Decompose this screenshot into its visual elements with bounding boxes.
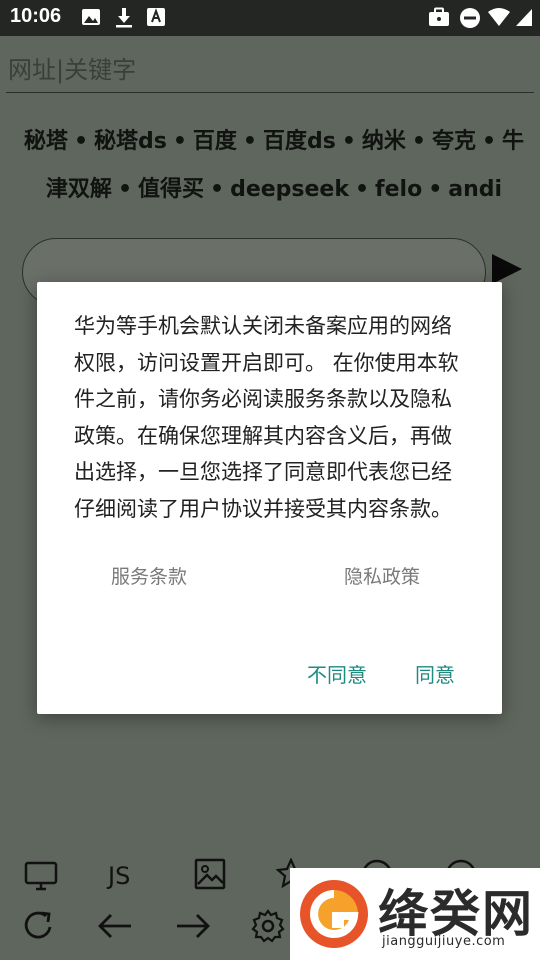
wifi-icon bbox=[488, 8, 510, 26]
dialog-message: 华为等手机会默认关闭未备案应用的网络权限，访问设置开启即可。 在你使用本软件之前… bbox=[74, 314, 459, 521]
font-icon bbox=[147, 8, 165, 26]
link-separator: • bbox=[117, 177, 132, 202]
quick-link[interactable]: 百度ds bbox=[263, 129, 336, 154]
quick-link[interactable]: 百度 bbox=[193, 129, 237, 154]
quick-link[interactable]: 纳米 bbox=[362, 129, 406, 154]
back-arrow-icon[interactable] bbox=[96, 912, 134, 940]
link-separator: • bbox=[354, 177, 370, 202]
link-separator: • bbox=[210, 177, 225, 202]
signal-icon bbox=[516, 9, 532, 26]
watermark-url: jiangguijiuye.com bbox=[382, 934, 506, 949]
accept-button[interactable]: 同意 bbox=[415, 659, 455, 688]
desktop-icon[interactable] bbox=[24, 860, 58, 892]
js-button[interactable]: JS bbox=[108, 862, 130, 890]
link-separator: • bbox=[172, 129, 187, 154]
url-input[interactable] bbox=[6, 52, 530, 88]
quick-link[interactable]: 值得买 bbox=[138, 177, 204, 202]
link-separator: • bbox=[481, 129, 497, 154]
status-bar: 10:06 bbox=[0, 0, 540, 36]
refresh-icon[interactable] bbox=[22, 908, 56, 944]
quick-links: 秘塔 • 秘塔ds • 百度 • 百度ds • 纳米 • 夸克 • 牛津双解 • 值得买 • deepseek •… bbox=[14, 118, 534, 214]
logo-mark-icon bbox=[300, 880, 368, 948]
download-icon bbox=[116, 8, 132, 28]
quick-link[interactable]: 夸克 bbox=[432, 129, 476, 154]
decline-button[interactable]: 不同意 bbox=[307, 659, 367, 688]
link-separator: • bbox=[242, 129, 257, 154]
quick-link[interactable]: 秘塔 bbox=[24, 129, 68, 154]
image-icon[interactable] bbox=[194, 858, 226, 890]
briefcase-icon bbox=[429, 7, 449, 26]
image-icon bbox=[82, 9, 100, 25]
link-separator: • bbox=[73, 129, 88, 154]
quick-link[interactable]: felo bbox=[375, 177, 422, 202]
url-bar bbox=[6, 48, 534, 93]
forward-arrow-icon[interactable] bbox=[174, 912, 212, 940]
privacy-dialog: 华为等手机会默认关闭未备案应用的网络权限，访问设置开启即可。 在你使用本软件之前… bbox=[37, 282, 502, 714]
play-icon[interactable] bbox=[492, 254, 522, 284]
status-time: 10:06 bbox=[10, 5, 62, 27]
quick-link[interactable]: andi bbox=[448, 177, 502, 202]
link-separator: • bbox=[428, 177, 443, 202]
gear-icon[interactable] bbox=[250, 908, 286, 944]
watermark-logo: 绛癸网 jiangguijiuye.com bbox=[290, 868, 540, 960]
do-not-disturb-icon bbox=[460, 8, 480, 28]
terms-link[interactable]: 服务条款 bbox=[111, 562, 187, 589]
privacy-link[interactable]: 隐私政策 bbox=[344, 562, 420, 589]
link-separator: • bbox=[411, 129, 426, 154]
quick-link[interactable]: deepseek bbox=[230, 177, 349, 202]
link-separator: • bbox=[341, 129, 356, 154]
quick-link[interactable]: 秘塔ds bbox=[94, 129, 167, 154]
